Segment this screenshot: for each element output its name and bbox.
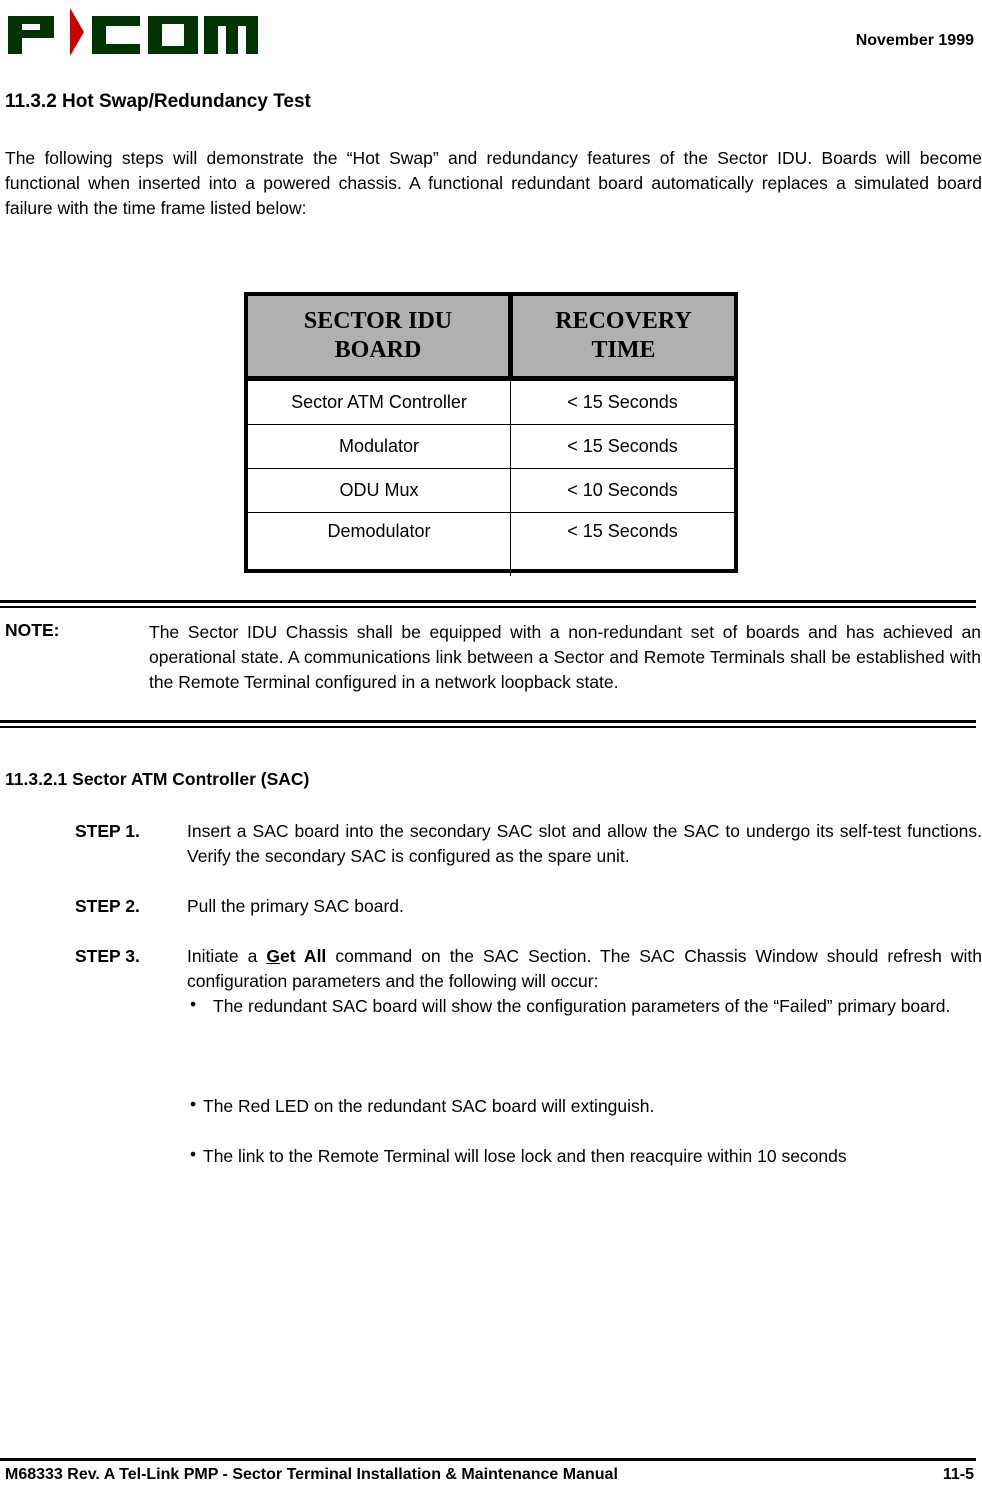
table-row: Demodulator < 15 Seconds: [248, 512, 734, 576]
pcom-logo: [8, 8, 258, 56]
subsection-title: 11.3.2.1 Sector ATM Controller (SAC): [5, 769, 310, 789]
footer-rule: [0, 1458, 976, 1461]
section-title: 11.3.2 Hot Swap/Redundancy Test: [5, 91, 311, 112]
command-underlined-letter: G: [266, 946, 280, 966]
cell-time: < 15 Seconds: [510, 424, 734, 469]
header-board-line1: SECTOR IDU: [303, 308, 453, 334]
recovery-time-table: SECTOR IDU BOARD RECOVERY TIME Sector AT…: [244, 292, 738, 576]
bullet-item: The redundant SAC board will show the co…: [213, 996, 951, 1016]
cell-board: Modulator: [248, 424, 511, 469]
header-time-line1: RECOVERY: [555, 308, 692, 334]
step-1-text: Insert a SAC board into the secondary SA…: [187, 821, 982, 866]
step-1-label: STEP 1.: [75, 821, 140, 841]
document-date: November 1999: [855, 32, 974, 49]
bullet-marker: •: [190, 1144, 197, 1164]
logo-graphic: [8, 8, 258, 56]
cell-time: < 15 Seconds: [567, 392, 678, 412]
note-rule-top-2: [0, 606, 976, 608]
bullet-item: The link to the Remote Terminal will los…: [203, 1146, 847, 1166]
page-number: 11-5: [942, 1466, 974, 1483]
header-board-line2: BOARD: [334, 337, 422, 363]
header-recovery-time: RECOVERY TIME: [510, 296, 734, 381]
cell-time: < 15 Seconds: [510, 512, 734, 576]
note-text: The Sector IDU Chassis shall be equipped…: [149, 622, 981, 692]
table-row: Modulator < 15 Seconds: [248, 424, 734, 469]
footer-manual-title: M68333 Rev. A Tel-Link PMP - Sector Term…: [5, 1466, 618, 1483]
bullet-marker: •: [190, 1094, 197, 1114]
table-row: Sector ATM Controller < 15 Seconds: [248, 378, 734, 425]
step-2-text: Pull the primary SAC board.: [187, 896, 404, 916]
note-rule-bottom-2: [0, 726, 976, 728]
bullet-marker: •: [190, 994, 197, 1014]
table-row: ODU Mux < 10 Seconds: [248, 468, 734, 513]
table-header-row: SECTOR IDU BOARD RECOVERY TIME: [248, 296, 734, 381]
step-3-text: Initiate a Get All command on the SAC Se…: [187, 944, 982, 994]
step-3-text-before: Initiate a: [187, 946, 267, 966]
cell-board: Demodulator: [248, 512, 511, 576]
step-3-label: STEP 3.: [75, 946, 140, 966]
header-board: SECTOR IDU BOARD: [248, 296, 513, 381]
bullet-item: The Red LED on the redundant SAC board w…: [203, 1096, 655, 1116]
get-all-command: Get All: [266, 946, 326, 966]
note-label: NOTE:: [5, 620, 60, 640]
intro-paragraph: The following steps will demonstrate the…: [5, 148, 982, 218]
note-rule-top-1: [0, 600, 976, 603]
cell-board: ODU Mux: [248, 468, 511, 513]
cell-time: < 10 Seconds: [510, 468, 734, 513]
step-2-label: STEP 2.: [75, 896, 140, 916]
cell-board: Sector ATM Controller: [248, 378, 511, 425]
command-rest: et All: [279, 946, 327, 966]
header-time-line2: TIME: [591, 337, 656, 363]
note-rule-bottom-1: [0, 720, 976, 723]
